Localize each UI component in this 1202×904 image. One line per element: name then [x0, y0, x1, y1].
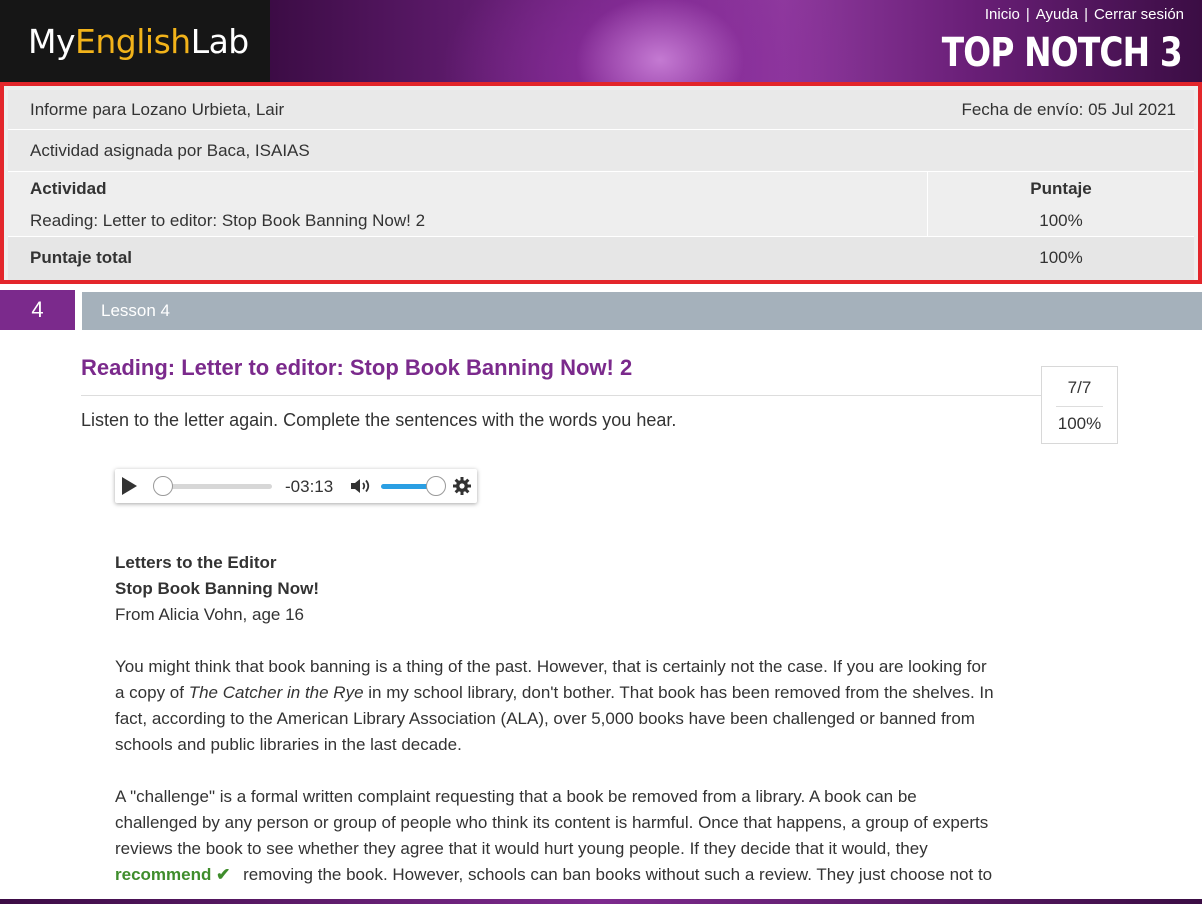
score-divider [1056, 406, 1103, 407]
separator: | [1025, 6, 1030, 23]
home-link[interactable]: Inicio [985, 6, 1020, 23]
letter-title: Stop Book Banning Now! [115, 579, 319, 598]
letter-byline: From Alicia Vohn, age 16 [115, 605, 305, 624]
progress-handle[interactable] [153, 476, 173, 496]
column-header-activity: Actividad [30, 179, 107, 198]
activity-score: 100% [1039, 211, 1083, 230]
text-line: reviews the book to see whether they agr… [115, 839, 928, 858]
text-line: recommend ✔ removing the book. However, … [115, 865, 993, 884]
score-percent: 100% [1057, 414, 1102, 433]
paragraph-1: You might think that book banning is a t… [115, 654, 1060, 758]
report-header-row: Informe para Lozano Urbieta, Lair Fecha … [8, 90, 1194, 130]
bottom-banner-strip [0, 899, 1202, 904]
report-student: Informe para Lozano Urbieta, Lair [30, 99, 285, 119]
text-line: schools and public libraries in the last… [115, 735, 462, 754]
activity-name: Reading: Letter to editor: Stop Book Ban… [30, 211, 426, 230]
text-line: challenged by any person or group of peo… [115, 813, 989, 832]
answer-recommend[interactable]: recommend [115, 865, 211, 884]
logo-text: MyEnglishLab [28, 21, 249, 61]
text-line: fact, according to the American Library … [115, 709, 975, 728]
total-row: Puntaje total 100% [8, 236, 1194, 280]
lesson-bar: Lesson 4 [82, 292, 1202, 330]
audio-player: -03:13 [115, 469, 477, 503]
letter-text: Letters to the Editor Stop Book Banning … [115, 550, 1060, 888]
top-links: Inicio | Ayuda | Cerrar sesión [985, 6, 1184, 23]
volume-icon[interactable] [350, 477, 372, 495]
check-icon: ✔ [216, 865, 231, 884]
report-table: Actividad Puntaje Reading: Letter to edi… [8, 172, 1194, 280]
column-header-score: Puntaje [1030, 179, 1092, 198]
time-remaining: -03:13 [285, 477, 334, 496]
report-assigned-by: Actividad asignada por Baca, ISAIAS [30, 140, 310, 160]
volume-handle[interactable] [426, 476, 446, 496]
total-label: Puntaje total [30, 248, 133, 267]
play-icon[interactable] [122, 477, 137, 495]
letter-heading: Letters to the Editor [115, 553, 277, 572]
app-header: MyEnglishLab Inicio | Ayuda | Cerrar ses… [0, 0, 1202, 82]
progress-track[interactable] [159, 484, 272, 489]
report-assigned-row: Actividad asignada por Baca, ISAIAS [8, 130, 1194, 172]
total-score: 100% [1039, 248, 1083, 267]
score-fraction: 7/7 [1067, 378, 1092, 397]
separator: | [1084, 6, 1088, 23]
logout-link[interactable]: Cerrar sesión [1094, 6, 1184, 23]
gear-icon[interactable] [452, 476, 472, 496]
lesson-label: Lesson 4 [101, 301, 170, 320]
course-brand: TOP NOTCH 3 [941, 30, 1183, 76]
report-submitted-date: Fecha de envío: 05 Jul 2021 [961, 99, 1176, 119]
report-panel: Informe para Lozano Urbieta, Lair Fecha … [0, 82, 1202, 284]
paragraph-2: A "challenge" is a formal written compla… [115, 784, 1060, 888]
text-line: a copy of The Catcher in the Rye in my s… [115, 683, 994, 702]
lesson-number: 4 [0, 290, 75, 330]
help-link[interactable]: Ayuda [1036, 6, 1078, 23]
activity-title: Reading: Letter to editor: Stop Book Ban… [81, 355, 633, 380]
instructions: Listen to the letter again. Complete the… [81, 410, 677, 430]
course-banner: Inicio | Ayuda | Cerrar sesión TOP NOTCH… [270, 0, 1202, 82]
book-title: The Catcher in the Rye [188, 683, 364, 702]
text-line: You might think that book banning is a t… [115, 657, 987, 676]
title-divider [81, 395, 1041, 396]
score-box: 7/7 100% [1041, 366, 1118, 444]
logo[interactable]: MyEnglishLab [0, 0, 270, 82]
text-line: A "challenge" is a formal written compla… [115, 787, 917, 806]
